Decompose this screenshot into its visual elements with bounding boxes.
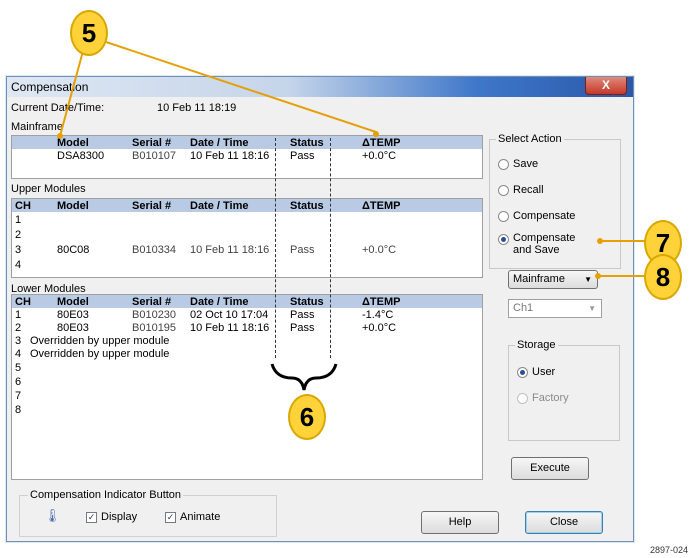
callout-leader-5b: [99, 39, 377, 133]
brace-icon: [270, 363, 338, 391]
callout-dot: [595, 273, 601, 279]
figure-id: 2897-024: [649, 545, 688, 555]
callout-6: 6: [288, 394, 326, 440]
callout-dot: [373, 131, 379, 137]
callout-leaders: [57, 39, 648, 391]
callout-dot: [597, 238, 603, 244]
callout-5: 5: [70, 10, 108, 56]
callout-dot: [57, 133, 63, 139]
callout-8: 8: [644, 254, 682, 300]
